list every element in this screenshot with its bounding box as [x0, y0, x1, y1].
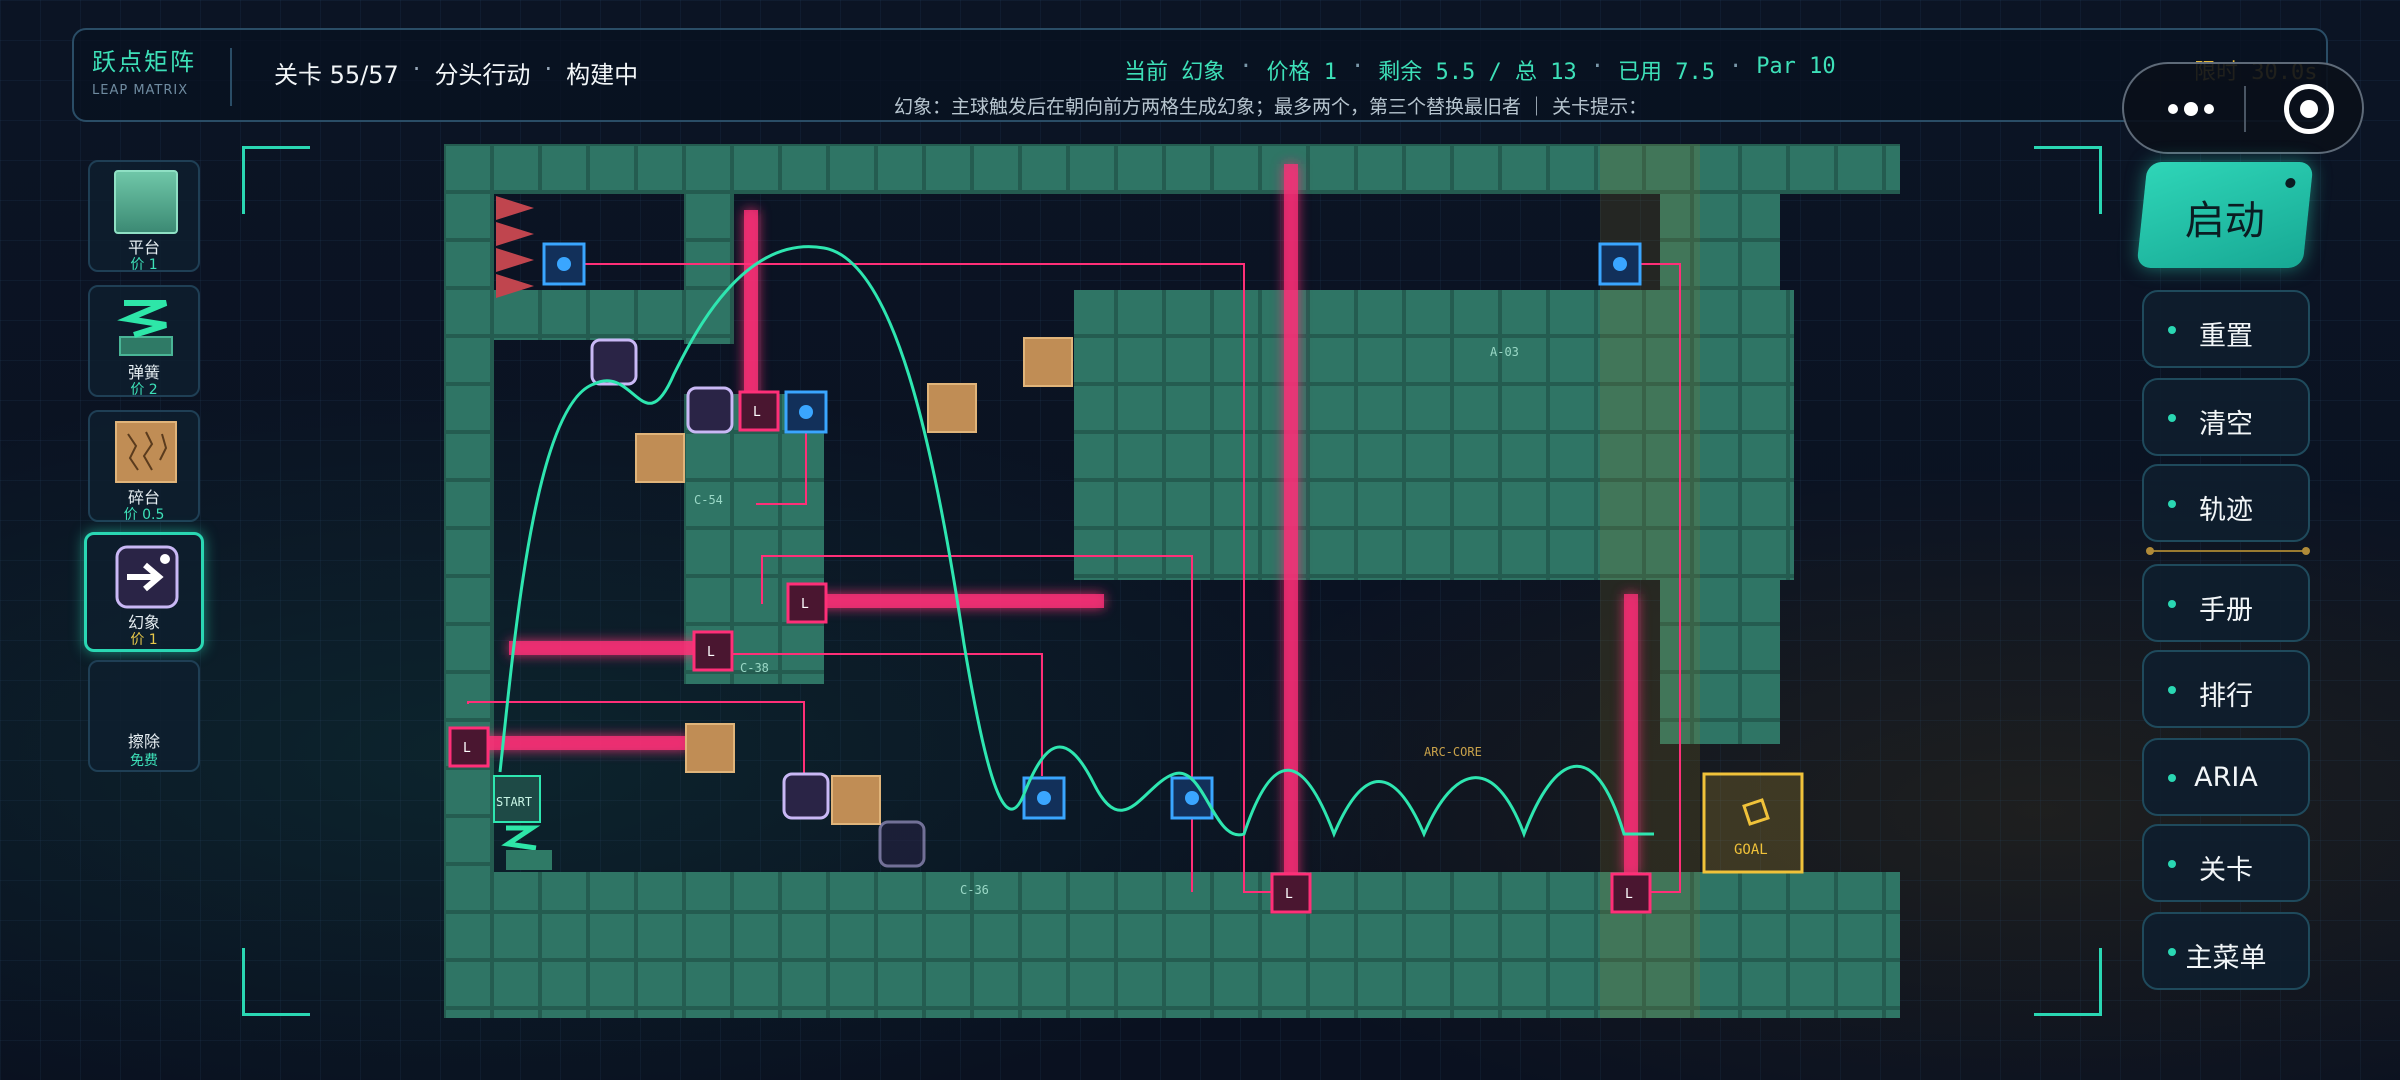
- tool-name: 擦除: [127, 732, 160, 751]
- frame-corner: [242, 948, 310, 1016]
- tool-cracked-platform[interactable]: 碎台 价 0.5: [88, 410, 200, 523]
- brand-subtitle: LEAP MATRIX: [92, 83, 189, 98]
- reset-button[interactable]: 重置: [2142, 290, 2310, 368]
- goal-label: GOAL: [1734, 842, 1768, 858]
- start-label: START: [496, 795, 532, 809]
- cracked-platform-icon: [115, 421, 177, 483]
- tool-price: 价 2: [130, 382, 158, 398]
- manual-button[interactable]: 手册: [2142, 564, 2310, 642]
- pillar: [684, 194, 734, 344]
- separator-dot: ·: [1590, 54, 1604, 79]
- frame-corner: [2034, 146, 2102, 214]
- divider: [2244, 86, 2246, 132]
- more-icon[interactable]: [2152, 94, 2230, 124]
- platform-icon: [114, 170, 178, 234]
- par-value: Par 10: [1756, 54, 1836, 79]
- trajectory-button[interactable]: 轨迹: [2142, 464, 2310, 542]
- tool-price: 价 0.5: [123, 507, 165, 523]
- build-status: 当前 幻象 · 价格 1 · 剩余 5.5 / 总 13 · 已用 7.5 · …: [1124, 54, 1836, 86]
- start-button-label: 启动: [2184, 198, 2265, 244]
- laser-label: L: [753, 405, 761, 420]
- svg-text:C-36: C-36: [960, 883, 989, 897]
- tool-price: 价 1: [130, 257, 158, 273]
- brand-title: 跃点矩阵: [92, 48, 196, 76]
- tool-platform[interactable]: 平台 价 1: [88, 160, 200, 273]
- levels-button[interactable]: 关卡: [2142, 824, 2310, 902]
- game-screen: 跃点矩阵 LEAP MATRIX 关卡 55/57 · 分头行动 · 构建中 当…: [0, 0, 2400, 1080]
- button-label: 排行: [2199, 681, 2253, 712]
- start-pad: START: [493, 775, 552, 870]
- brand: 跃点矩阵 LEAP MATRIX: [92, 42, 196, 98]
- budget-remaining: 剩余 5.5 / 总 13: [1378, 60, 1577, 85]
- top-bar: 跃点矩阵 LEAP MATRIX 关卡 55/57 · 分头行动 · 构建中 当…: [72, 28, 2328, 122]
- leaderboard-button[interactable]: 排行: [2142, 650, 2310, 728]
- svg-text:ARC-CORE: ARC-CORE: [1424, 745, 1482, 759]
- button-label: ARIA: [2194, 762, 2258, 793]
- separator-dot: ·: [412, 55, 421, 83]
- button-label: 手册: [2199, 595, 2253, 626]
- tool-price: 价 1: [130, 632, 158, 648]
- tool-spring[interactable]: 弹簧 价 2: [88, 285, 200, 398]
- laser-label: L: [463, 741, 471, 756]
- budget-used: 已用 7.5: [1617, 60, 1715, 85]
- button-label: 关卡: [2199, 855, 2253, 886]
- divider: [230, 48, 232, 106]
- phantom-icon: [115, 545, 179, 609]
- laser-label: L: [1285, 887, 1293, 902]
- level-info: 关卡 55/57 · 分头行动 · 构建中: [274, 55, 638, 90]
- button-label: 轨迹: [2199, 495, 2253, 526]
- separator-dot: ·: [1728, 54, 1743, 79]
- level-board[interactable]: C-54 C-38 C-36 A-03 ARC-CORE L L L L L L…: [444, 144, 1900, 1018]
- clear-button[interactable]: 清空: [2142, 378, 2310, 456]
- laser-label: L: [1625, 887, 1633, 902]
- laser-label: L: [801, 597, 809, 612]
- separator-dot: ·: [544, 55, 553, 83]
- frame-corner: [242, 146, 310, 214]
- capsule-menu: [2122, 62, 2364, 154]
- svg-text:C-38: C-38: [740, 661, 769, 675]
- tool-phantom[interactable]: 幻象 价 1: [84, 532, 204, 652]
- menu-divider: [2146, 547, 2310, 555]
- laser-label: L: [707, 645, 715, 660]
- button-label: 重置: [2199, 321, 2253, 352]
- separator-dot: ·: [1239, 54, 1253, 79]
- tool-hint: 幻象：主球触发后在朝向前方两格生成幻象；最多两个，第三个替换最旧者 ｜ 关卡提示…: [894, 96, 1648, 118]
- close-target-icon[interactable]: [2284, 84, 2334, 134]
- frame-corner: [2034, 948, 2102, 1016]
- svg-text:A-03: A-03: [1490, 345, 1519, 359]
- tool-eraser[interactable]: 擦除 免费: [88, 660, 200, 772]
- svg-text:C-54: C-54: [694, 493, 723, 507]
- ledge: [494, 290, 684, 340]
- level-number: 关卡 55/57: [274, 61, 399, 89]
- spring-icon: [117, 300, 173, 356]
- button-label: 主菜单: [2185, 943, 2267, 974]
- main-menu-button[interactable]: 主菜单: [2142, 912, 2310, 990]
- tool-price: 价格 1: [1266, 60, 1338, 85]
- aria-button[interactable]: ARIA: [2142, 738, 2310, 816]
- separator-dot: ·: [1351, 54, 1365, 79]
- level-state: 构建中: [566, 61, 639, 89]
- start-button[interactable]: 启动: [2136, 162, 2314, 268]
- goal-pad: GOAL: [1702, 772, 1804, 874]
- current-tool: 当前 幻象: [1124, 60, 1226, 85]
- spikes: [496, 196, 534, 298]
- level-name: 分头行动: [434, 61, 531, 89]
- button-label: 清空: [2199, 409, 2253, 440]
- tool-price: 免费: [130, 753, 158, 769]
